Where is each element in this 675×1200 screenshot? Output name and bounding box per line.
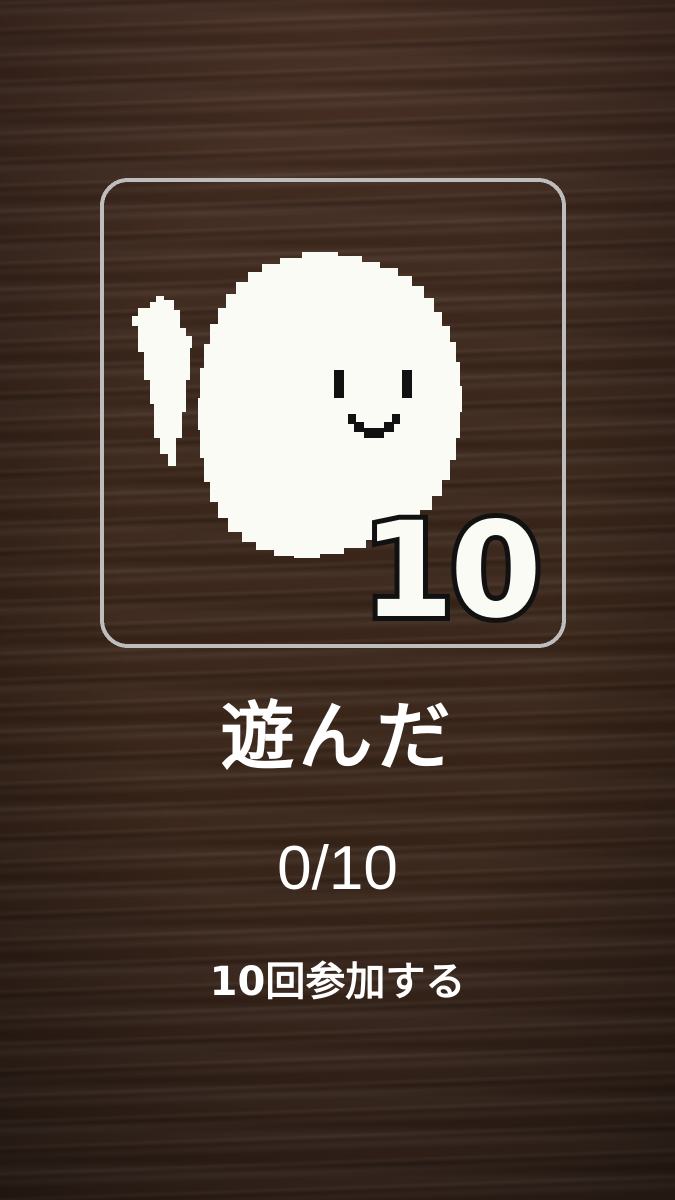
achievement-screen: 10 遊んだ 0/10 10回参加する (0, 0, 675, 1200)
achievement-title: 遊んだ (220, 694, 455, 780)
achievement-badge: 10 (98, 176, 568, 650)
ghost-right-eye (402, 370, 412, 398)
badge-number: 10 (362, 494, 538, 648)
achievement-description: 10回参加する (209, 959, 466, 1005)
ghost-left-eye (334, 370, 344, 398)
badge-number-group: 10 (357, 489, 547, 650)
achievement-progress: 0/10 (277, 834, 398, 903)
